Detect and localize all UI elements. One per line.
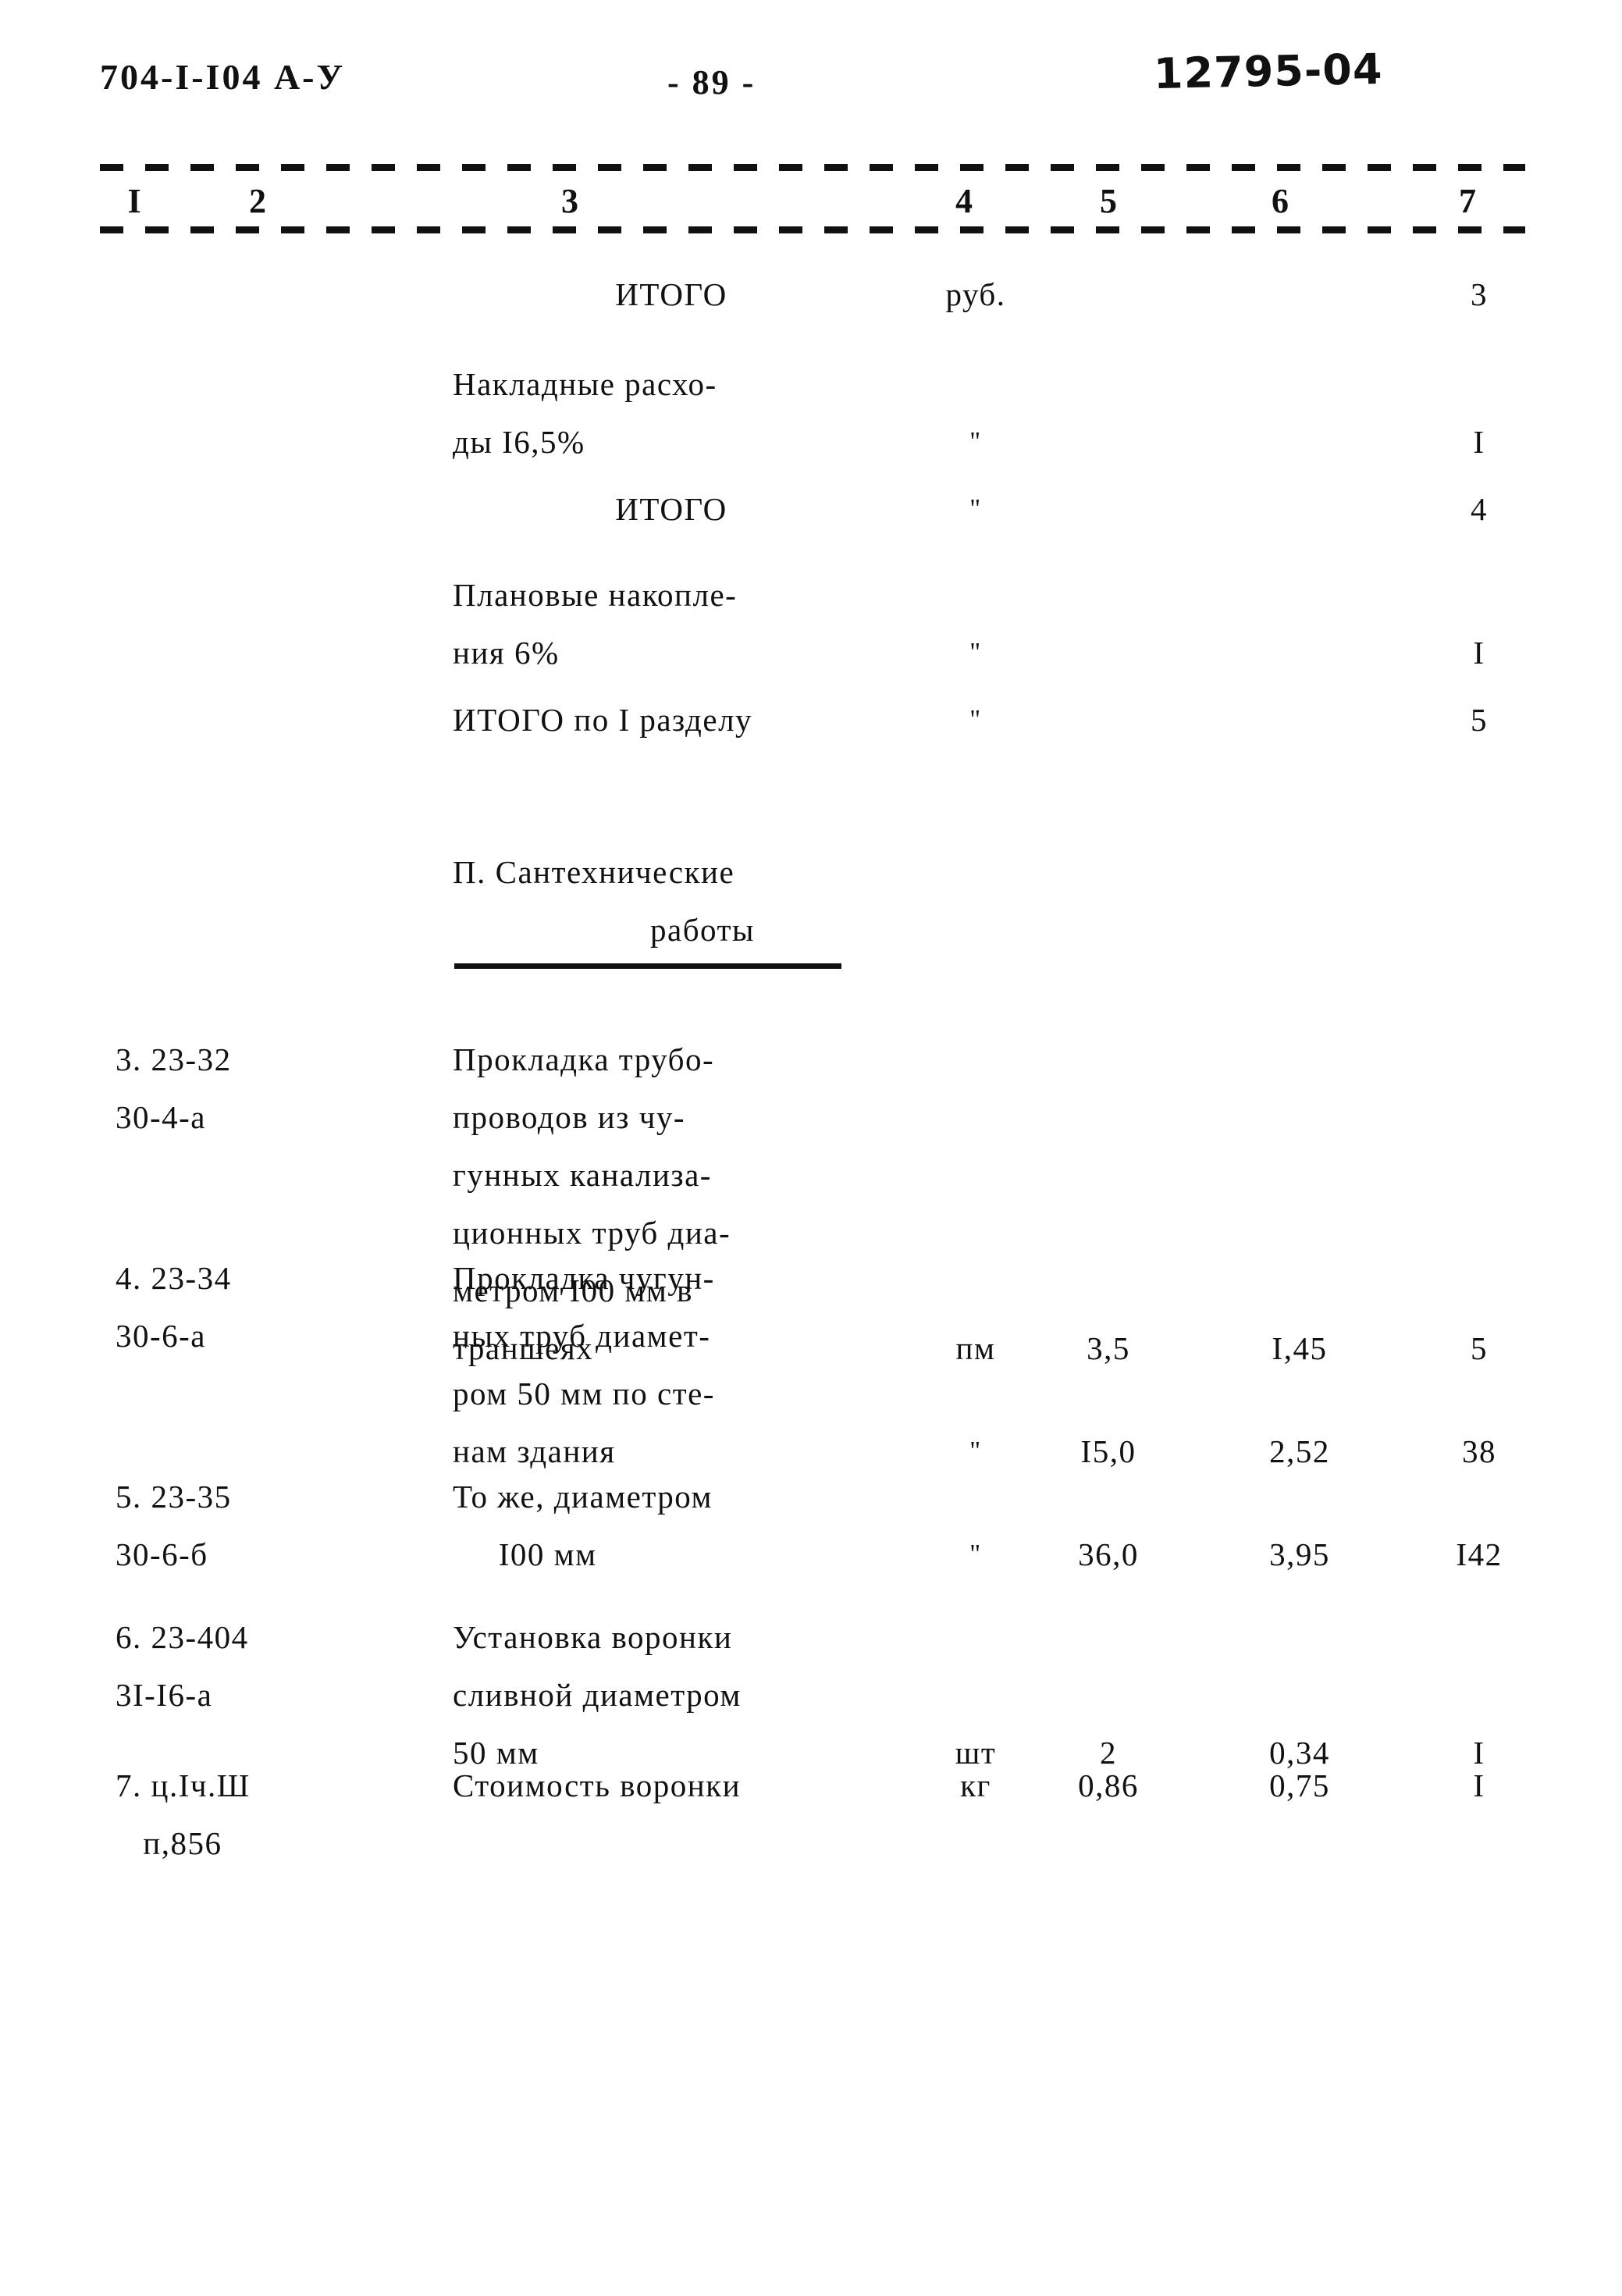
handwritten-stamp-number: 12795-04 xyxy=(1153,44,1384,99)
row-quantity-cell: I5,0 xyxy=(1080,1433,1136,1469)
row-description-cell: ИТОГО xyxy=(615,276,727,312)
row-unit-cell: кг xyxy=(960,1767,991,1803)
column-number-7: 7 xyxy=(1459,182,1476,220)
document-code: 704-I-I04 А-У xyxy=(100,57,346,97)
table-bottom-dashed-rule xyxy=(100,226,1525,233)
row-total-cell: I42 xyxy=(1456,1536,1503,1572)
row-description-cell: Установка воронки сливной диаметром 50 м… xyxy=(453,1619,742,1771)
row-total-cell: I xyxy=(1473,1767,1485,1803)
section-heading: П. Сантехнические работы xyxy=(453,843,952,959)
row-description-cell: Прокладка чугун- ных труб диамет- ром 50… xyxy=(453,1260,715,1469)
row-code-cell: 4. 23-34 30-6-а xyxy=(116,1260,232,1354)
row-total-cell: 5 xyxy=(1471,702,1488,738)
row-unit-cell: пм xyxy=(955,1330,996,1366)
section-heading-underline xyxy=(454,963,841,969)
row-unit-price-cell: 3,95 xyxy=(1269,1536,1330,1572)
row-unit-cell: руб. xyxy=(945,276,1006,312)
row-description-cell: Плановые накопле- ния 6% xyxy=(453,577,738,671)
page-header: 704-I-I04 А-У - 89 - 12795-04 xyxy=(0,44,1622,126)
row-quantity-cell: 0,86 xyxy=(1078,1767,1139,1803)
row-unit-cell: " xyxy=(969,705,982,734)
column-number-1: I xyxy=(127,182,141,220)
section-heading-line-1: П. Сантехнические xyxy=(453,854,735,890)
column-number-2: 2 xyxy=(249,182,266,220)
row-unit-cell: " xyxy=(969,1540,982,1568)
column-number-5: 5 xyxy=(1100,182,1117,220)
row-unit-price-cell: I,45 xyxy=(1272,1330,1328,1366)
row-description-cell: ИТОГО по I разделу xyxy=(453,702,753,738)
row-description-cell: Накладные расхо- ды I6,5% xyxy=(453,366,717,460)
row-total-cell: I xyxy=(1473,424,1485,460)
row-unit-cell: " xyxy=(969,638,982,667)
row-unit-cell: " xyxy=(969,1436,982,1465)
row-description-cell: То же, диаметром I00 мм xyxy=(453,1479,713,1572)
row-total-cell: 3 xyxy=(1471,276,1488,312)
scanned-document-page: 704-I-I04 А-У - 89 - 12795-04 I 2 3 4 5 6 7 ИТ… xyxy=(0,0,1622,2296)
row-code-cell: 5. 23-35 30-6-б xyxy=(116,1479,232,1572)
table-top-dashed-rule xyxy=(100,164,1525,171)
section-heading-line-2: работы xyxy=(650,912,755,948)
column-number-3: 3 xyxy=(561,182,578,220)
row-quantity-cell: 36,0 xyxy=(1078,1536,1139,1572)
page-number: - 89 - xyxy=(667,63,756,101)
row-code-cell: 6. 23-404 3I-I6-а xyxy=(116,1619,249,1713)
column-number-6: 6 xyxy=(1272,182,1289,220)
row-unit-price-cell: 0,75 xyxy=(1269,1767,1330,1803)
row-description-cell: Стоимость воронки xyxy=(453,1767,742,1803)
row-unit-cell: " xyxy=(969,494,982,523)
row-quantity-cell: 3,5 xyxy=(1087,1330,1130,1366)
row-total-cell: 5 xyxy=(1471,1330,1488,1366)
column-number-4: 4 xyxy=(955,182,973,220)
row-description-cell: ИТОГО xyxy=(615,491,727,527)
row-total-cell: 4 xyxy=(1471,491,1488,527)
row-unit-cell: " xyxy=(969,427,982,456)
table-column-number-row: I 2 3 4 5 6 7 xyxy=(0,181,1622,228)
row-total-cell: 38 xyxy=(1462,1433,1496,1469)
row-total-cell: I xyxy=(1473,635,1485,671)
row-code-cell: 3. 23-32 30-4-а xyxy=(116,1041,232,1135)
row-code-cell: 7. ц.Iч.Ш п,856 xyxy=(116,1767,251,1861)
row-unit-price-cell: 2,52 xyxy=(1269,1433,1330,1469)
